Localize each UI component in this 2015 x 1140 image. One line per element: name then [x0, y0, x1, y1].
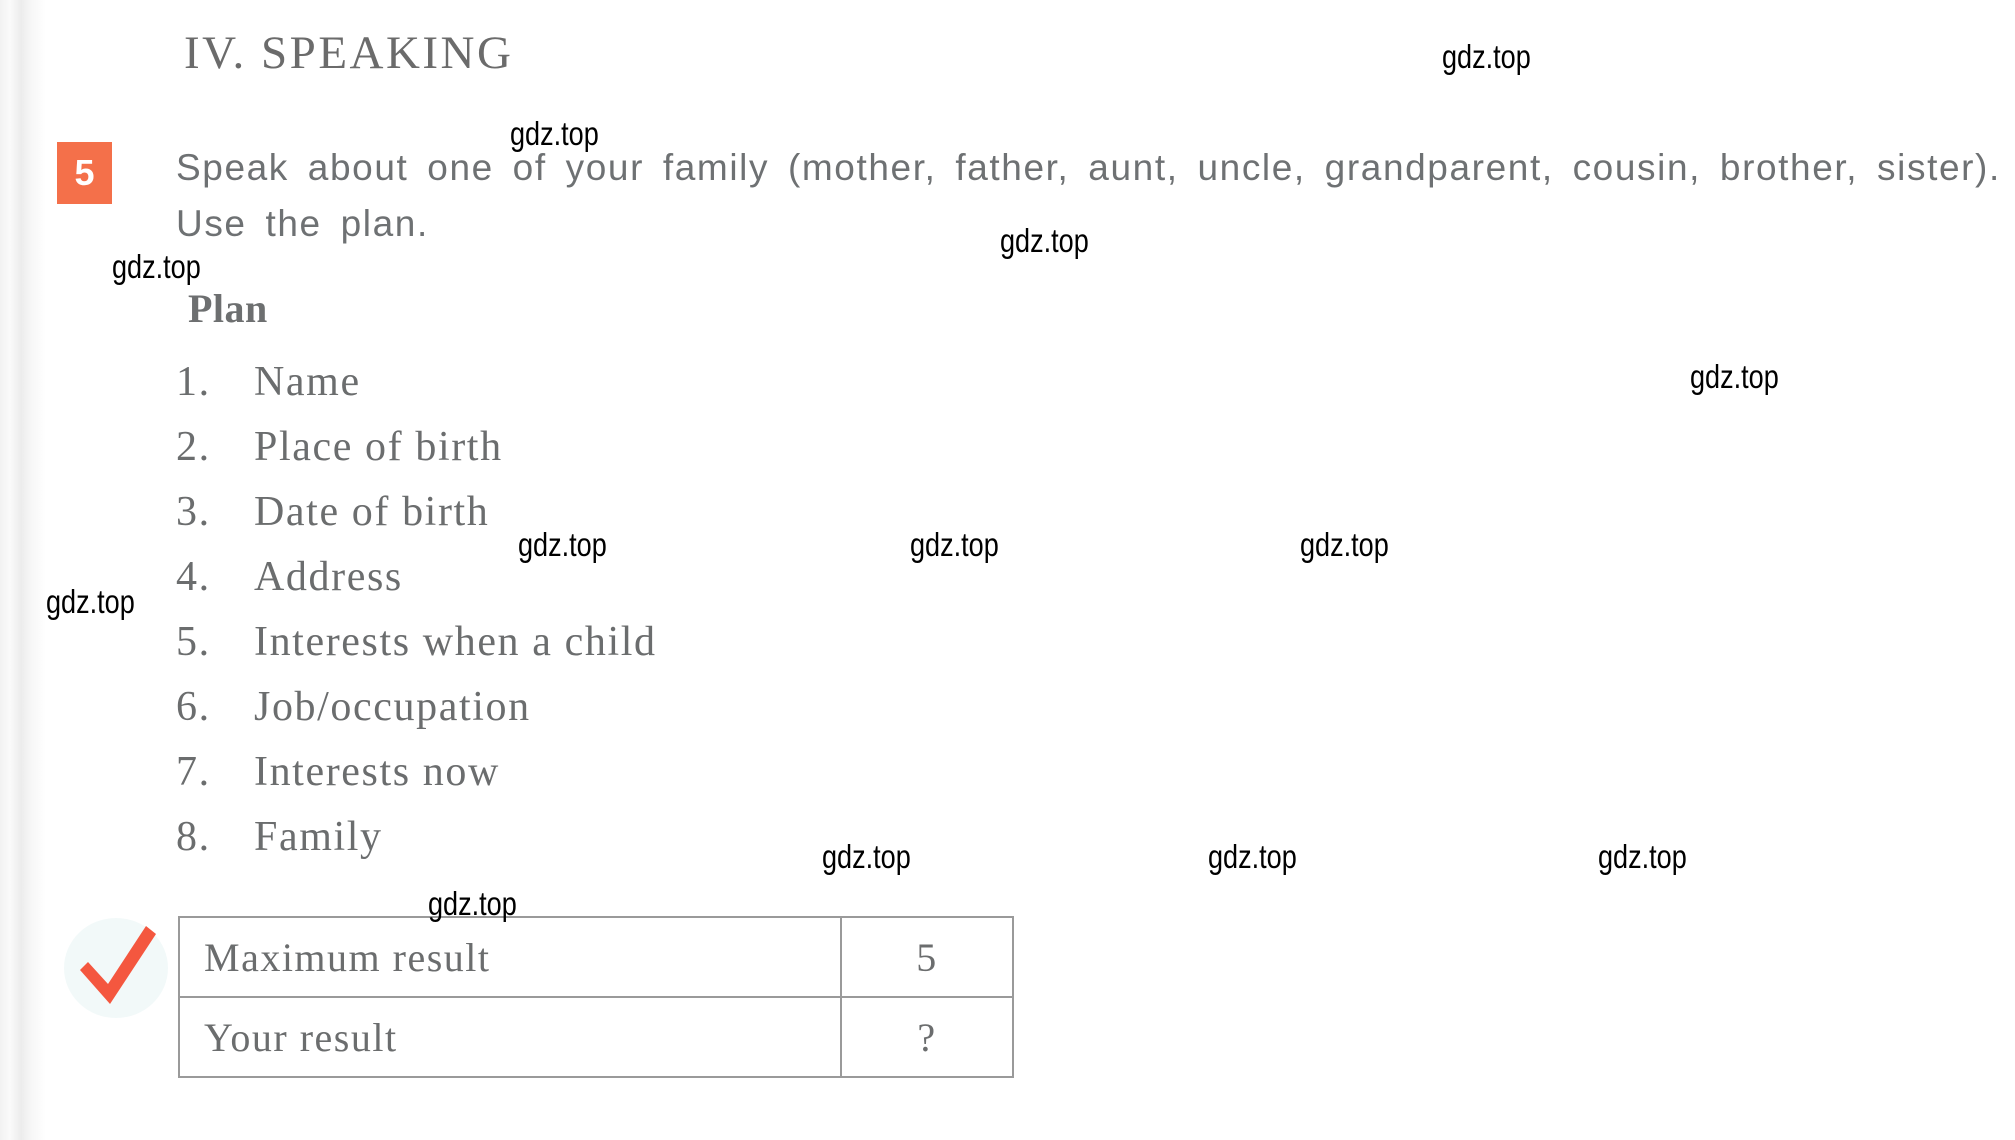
plan-item-text: Job/occupation: [254, 684, 531, 730]
page-binding-shadow: [0, 0, 46, 1140]
watermark: gdz.top: [910, 526, 999, 563]
plan-item-text: Address: [254, 554, 403, 600]
watermark: gdz.top: [518, 526, 607, 563]
plan-list-item: 5. Interests when a child: [176, 610, 657, 675]
watermark: gdz.top: [822, 838, 911, 875]
table-row: Your result?: [178, 996, 1014, 1078]
plan-item-text: Interests now: [254, 749, 500, 795]
watermark: gdz.top: [1208, 838, 1297, 875]
plan-item-text: Place of birth: [254, 424, 503, 470]
result-row-label: Your result: [178, 996, 842, 1078]
exercise-number-badge: 5: [57, 142, 112, 204]
plan-list-item: 6. Job/occupation: [176, 675, 657, 740]
result-row-value: 5: [840, 916, 1014, 998]
watermark: gdz.top: [112, 248, 201, 285]
plan-item-text: Name: [254, 359, 361, 405]
plan-list: 1. Name 2. Place of birth 3. Date of birth 4. A…: [176, 350, 657, 870]
plan-list-item: 8. Family: [176, 805, 657, 870]
watermark: gdz.top: [510, 115, 599, 152]
exercise-number-label: 5: [74, 152, 95, 193]
plan-list-item: 7. Interests now: [176, 740, 657, 805]
plan-item-index: 8.: [176, 814, 211, 860]
plan-item-index: 6.: [176, 684, 211, 730]
plan-list-item: 2. Place of birth: [176, 415, 657, 480]
section-heading: IV. SPEAKING: [184, 27, 514, 79]
plan-item-index: 7.: [176, 749, 211, 795]
textbook-page: IV. SPEAKING 5 Speak about one of your f…: [0, 0, 2015, 1140]
watermark: gdz.top: [1300, 526, 1389, 563]
result-row-value: ?: [840, 996, 1014, 1078]
result-row-label: Maximum result: [178, 916, 842, 998]
watermark: gdz.top: [428, 885, 517, 922]
result-table-body: Maximum result 5 Your result?: [178, 916, 1014, 1078]
plan-heading: Plan: [188, 286, 268, 331]
plan-item-text: Date of birth: [254, 489, 490, 535]
watermark: gdz.top: [1690, 358, 1779, 395]
plan-item-text: Interests when a child: [254, 619, 657, 665]
plan-item-index: 4.: [176, 554, 211, 600]
watermark: gdz.top: [46, 583, 135, 620]
plan-list-item: 1. Name: [176, 350, 657, 415]
check-icon: [64, 918, 168, 1018]
table-row: Maximum result 5: [178, 916, 1014, 998]
plan-item-index: 2.: [176, 424, 211, 470]
watermark: gdz.top: [1000, 222, 1089, 259]
plan-item-index: 3.: [176, 489, 211, 535]
watermark: gdz.top: [1442, 38, 1531, 75]
plan-item-index: 1.: [176, 359, 211, 405]
exercise-instruction: Speak about one of your family (mother, …: [176, 147, 2001, 244]
plan-item-text: Family: [254, 814, 383, 860]
watermark: gdz.top: [1598, 838, 1687, 875]
plan-item-index: 5.: [176, 619, 211, 665]
result-table: Maximum result 5 Your result?: [178, 916, 1014, 1078]
